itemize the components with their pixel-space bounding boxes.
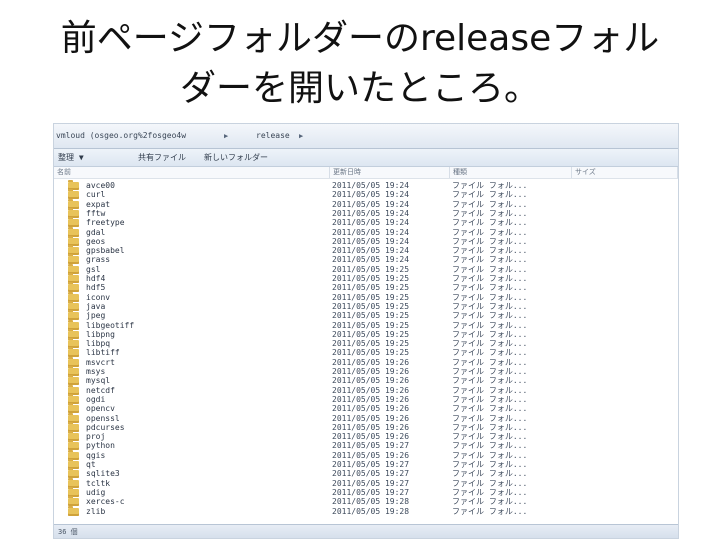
address-bar[interactable]: vmloud (osgeo.org%2fosgeo4w ▶ release ▶	[54, 124, 678, 149]
folder-icon	[68, 505, 79, 516]
chevron-right-icon[interactable]: ▶	[299, 124, 303, 148]
organize-button[interactable]: 整理 ▼	[58, 149, 84, 166]
column-header-date[interactable]: 更新日時	[330, 167, 450, 178]
column-header-size[interactable]: サイズ	[572, 167, 678, 178]
address-path[interactable]: vmloud (osgeo.org%2fosgeo4w	[56, 124, 186, 148]
new-folder-button[interactable]: 新しいフォルダー	[204, 149, 268, 166]
slide-title-line-2: ダーを開いたところ。	[179, 68, 540, 109]
explorer-window: vmloud (osgeo.org%2fosgeo4w ▶ release ▶ …	[54, 124, 678, 538]
file-name: zlib	[86, 506, 106, 516]
file-type: ファイル フォル...	[452, 506, 528, 516]
column-header-type[interactable]: 種類	[450, 167, 572, 178]
status-bar: 36 個	[54, 524, 678, 538]
address-release-segment[interactable]: release	[256, 124, 290, 148]
column-headers: 名前 更新日時 種類 サイズ	[54, 167, 678, 179]
slide-title-line-1: 前ページフォルダーのreleaseフォル	[60, 18, 660, 59]
column-header-name[interactable]: 名前	[54, 167, 330, 178]
file-row[interactable]: zlib 2011/05/05 19:28 ファイル フォル...	[54, 505, 678, 517]
file-date: 2011/05/05 19:28	[332, 506, 410, 516]
slide-title: 前ページフォルダーのreleaseフォル ダーを開いたところ。	[0, 14, 720, 114]
command-toolbar: 整理 ▼ 共有ファイル 新しいフォルダー	[54, 149, 678, 167]
chevron-right-icon[interactable]: ▶	[224, 124, 228, 148]
share-button[interactable]: 共有ファイル	[138, 149, 186, 166]
status-text: 36 個	[58, 528, 78, 536]
